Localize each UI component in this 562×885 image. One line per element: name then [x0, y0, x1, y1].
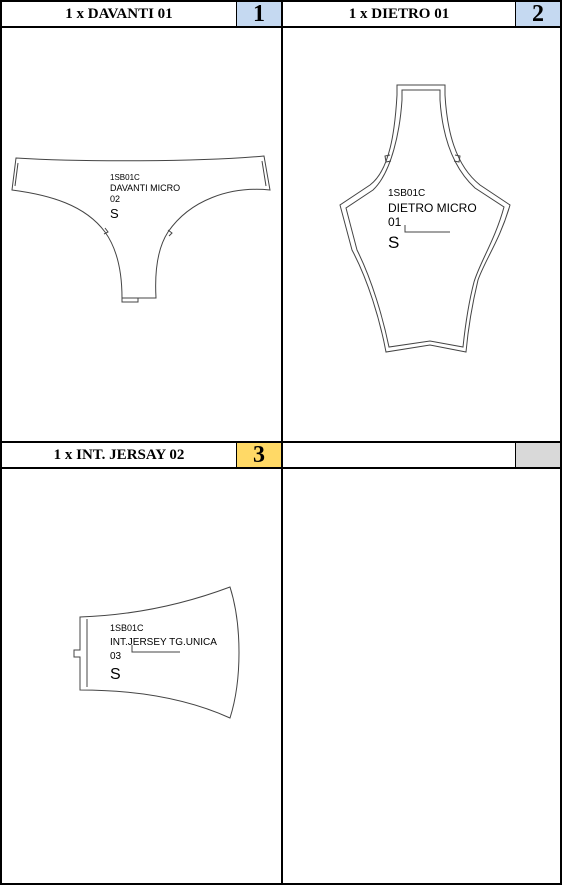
cutting-sheet: 1 x DAVANTI 01 1 1 x DIETRO 01 2 1 x INT… [0, 0, 562, 885]
jersey-name: INT.JERSEY TG.UNICA [110, 637, 217, 648]
jersey-code: 1SB01C [110, 623, 144, 633]
pattern-piece-jersey: 1SB01C INT.JERSEY TG.UNICA 03 S [73, 586, 240, 719]
jersey-size: S [110, 666, 121, 683]
jersey-index: 03 [110, 651, 122, 662]
